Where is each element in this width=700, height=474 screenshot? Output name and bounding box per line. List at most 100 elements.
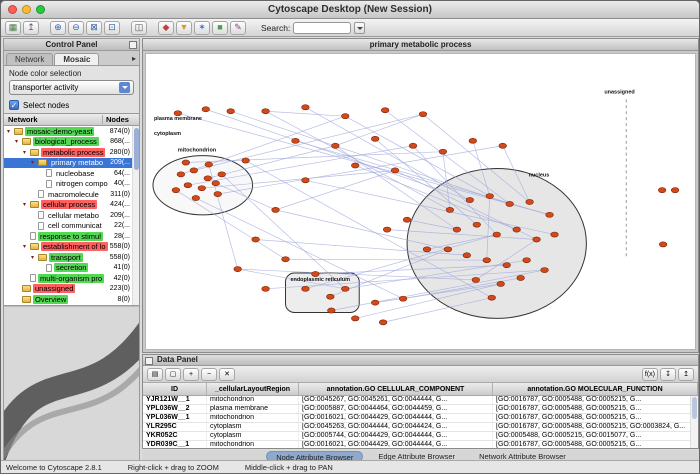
table-scrollbar[interactable] (690, 396, 698, 448)
network-node[interactable] (371, 136, 379, 141)
select-attributes-icon[interactable]: ▤ (147, 368, 163, 381)
network-node[interactable] (227, 109, 235, 114)
tree-row[interactable]: ▾biological_process868(... (4, 137, 139, 148)
delete-attribute-icon[interactable]: − (201, 368, 217, 381)
close-window-button[interactable] (8, 5, 17, 14)
vizmapper-icon[interactable]: ◆ (158, 21, 174, 35)
expander-icon[interactable]: ▾ (23, 243, 30, 250)
tree-scrollbar-thumb[interactable] (134, 128, 139, 170)
tree-row[interactable]: Overview8(0) (4, 294, 139, 305)
network-node[interactable] (371, 300, 379, 305)
network-node[interactable] (302, 178, 310, 183)
network-node[interactable] (182, 160, 190, 165)
network-node[interactable] (351, 163, 359, 168)
import-attributes-icon[interactable]: ↧ (660, 368, 676, 381)
network-node[interactable] (302, 286, 310, 291)
network-node[interactable] (282, 257, 290, 262)
network-node[interactable] (541, 268, 549, 273)
network-node[interactable] (351, 316, 359, 321)
color-attribute-select[interactable]: transporter activity (9, 80, 134, 95)
clear-attribute-icon[interactable]: ✕ (219, 368, 235, 381)
expander-icon[interactable]: ▾ (23, 149, 30, 156)
tree-row[interactable]: macromolecule311(0) (4, 189, 139, 200)
tree-row[interactable]: response to stimul28(... (4, 231, 139, 242)
zoom-in-icon[interactable]: ⊕ (50, 21, 66, 35)
table-scrollbar-thumb[interactable] (692, 397, 697, 419)
network-node[interactable] (506, 201, 514, 206)
tree-scrollbar[interactable] (132, 126, 139, 305)
network-node[interactable] (493, 232, 501, 237)
select-nodes-checkbox[interactable]: ✓ (9, 100, 19, 110)
network-node[interactable] (523, 258, 531, 263)
tree-row[interactable]: secretion41(0) (4, 263, 139, 274)
network-node[interactable] (190, 168, 198, 173)
tree-row[interactable]: cell communicat22(... (4, 221, 139, 232)
tree-row[interactable]: ▾mosaic-demo-yeast874(0) (4, 126, 139, 137)
network-node[interactable] (453, 227, 461, 232)
tree-row[interactable]: ▾establishment of lo558(0) (4, 242, 139, 253)
network-node[interactable] (202, 107, 210, 112)
table-row[interactable]: YLR295Ccytoplasm[GO:0045263, GO:0044444,… (143, 423, 698, 432)
expander-icon[interactable]: ▾ (31, 254, 38, 261)
network-node[interactable] (192, 195, 200, 200)
network-node[interactable] (174, 111, 182, 116)
expander-icon[interactable]: ▾ (15, 138, 22, 145)
network-node[interactable] (658, 188, 666, 193)
network-node[interactable] (497, 281, 505, 286)
network-node[interactable] (533, 237, 541, 242)
float-panel-icon[interactable] (129, 41, 137, 49)
table-header-annotation-go-cellular-component[interactable]: annotation.GO CELLULAR_COMPONENT (299, 383, 493, 395)
zoom-fit-icon[interactable]: ⊡ (104, 21, 120, 35)
network-node[interactable] (488, 295, 496, 300)
panel-tab-network[interactable]: Network (6, 53, 53, 65)
network-node[interactable] (252, 237, 260, 242)
network-node[interactable] (483, 258, 491, 263)
table-row[interactable]: YKR052Ccytoplasm[GO:0005744, GO:0044429,… (143, 432, 698, 441)
snapshot-icon[interactable]: ◫ (131, 21, 147, 35)
network-node[interactable] (328, 308, 336, 313)
network-node[interactable] (472, 277, 480, 282)
expander-icon[interactable]: ▾ (23, 201, 30, 208)
network-node[interactable] (204, 176, 212, 181)
network-node[interactable] (198, 186, 206, 191)
tree-row[interactable]: nitrogen compo40(... (4, 179, 139, 190)
network-node[interactable] (302, 105, 310, 110)
network-node[interactable] (551, 232, 559, 237)
network-node[interactable] (423, 247, 431, 252)
unselect-attributes-icon[interactable]: ▢ (165, 368, 181, 381)
float-data-panel-icon[interactable] (145, 357, 153, 365)
network-node[interactable] (312, 271, 320, 276)
table-row[interactable]: YJR121W__1mitochondrion[GO:0045267, GO:0… (143, 396, 698, 405)
network-node[interactable] (419, 112, 427, 117)
network-node[interactable] (383, 227, 391, 232)
network-node[interactable] (262, 286, 270, 291)
network-node[interactable] (546, 212, 554, 217)
network-node[interactable] (444, 247, 452, 252)
annotation-icon[interactable]: ✎ (230, 21, 246, 35)
network-node[interactable] (499, 143, 507, 148)
function-builder-icon[interactable]: f(x) (642, 368, 658, 381)
new-attribute-icon[interactable]: + (183, 368, 199, 381)
network-node[interactable] (439, 149, 447, 154)
export-attributes-icon[interactable]: ↥ (678, 368, 694, 381)
network-node[interactable] (332, 143, 340, 148)
network-node[interactable] (381, 108, 389, 113)
network-node[interactable] (469, 138, 477, 143)
tab-scroll-right-icon[interactable]: ▸ (129, 54, 139, 65)
zoom-out-icon[interactable]: ⊖ (68, 21, 84, 35)
tree-row[interactable]: ▾cellular process424(... (4, 200, 139, 211)
zoom-selected-icon[interactable]: ⊠ (86, 21, 102, 35)
table-header-cellularlayoutregion[interactable]: _cellularLayoutRegion (207, 383, 299, 395)
network-node[interactable] (403, 217, 411, 222)
network-node[interactable] (486, 194, 494, 199)
panel-tab-mosaic[interactable]: Mosaic (54, 53, 99, 65)
network-node[interactable] (172, 188, 180, 193)
network-node[interactable] (503, 263, 511, 268)
import-network-icon[interactable]: ↥ (23, 21, 39, 35)
expander-icon[interactable]: ▾ (31, 159, 38, 166)
network-node[interactable] (379, 320, 387, 325)
network-node[interactable] (218, 172, 226, 177)
tree-row[interactable]: ▾metabolic process280(0) (4, 147, 139, 158)
tree-row[interactable]: unassigned223(0) (4, 284, 139, 295)
network-node[interactable] (234, 267, 242, 272)
